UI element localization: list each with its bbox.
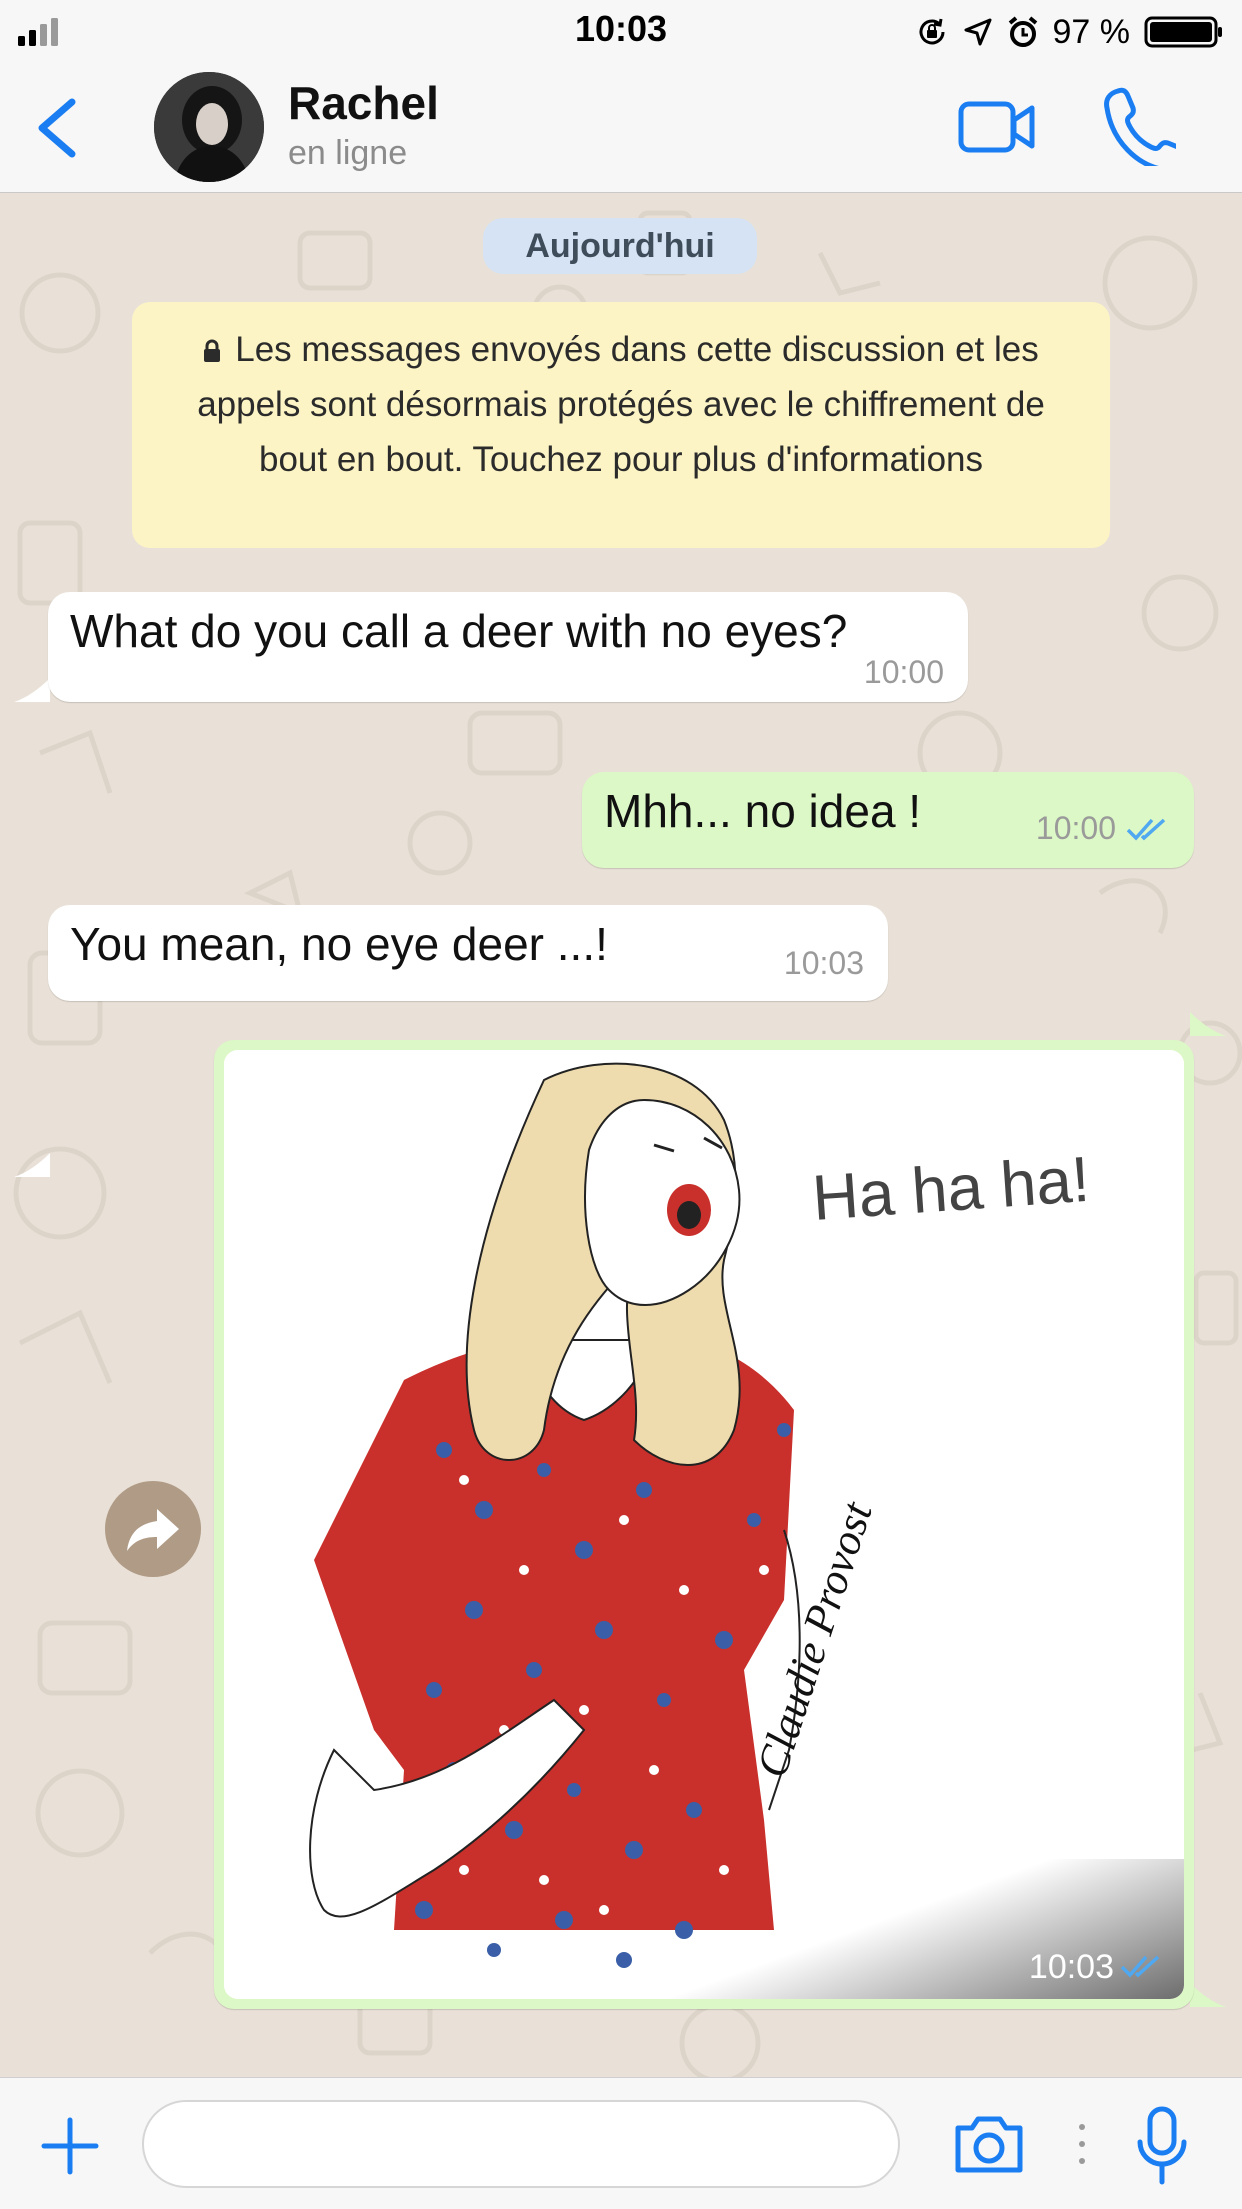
- laughing-woman-illustration: Ha ha ha! Claudie Provost: [224, 1050, 1184, 1999]
- avatar[interactable]: [154, 72, 264, 182]
- read-ticks-icon: [1120, 1955, 1160, 1978]
- message-bubble-incoming[interactable]: You mean, no eye deer ...! 10:03: [48, 905, 888, 1001]
- lock-icon: [204, 339, 221, 362]
- message-text: What do you call a deer with no eyes?: [70, 605, 848, 657]
- bubble-tail: [1190, 1012, 1226, 1036]
- bubble-tail: [14, 678, 50, 702]
- alarm-icon: [1008, 16, 1037, 47]
- status-icons: 97 %: [915, 10, 1225, 54]
- forward-button[interactable]: [105, 1481, 201, 1577]
- message-input-bar: [0, 2077, 1242, 2209]
- more-dots-icon: [1079, 2124, 1085, 2164]
- chat-area[interactable]: Aujourd'hui Les messages envoyés dans ce…: [0, 193, 1242, 2077]
- contact-name[interactable]: Rachel: [288, 76, 439, 130]
- phone-call-icon[interactable]: [1104, 86, 1176, 166]
- microphone-icon[interactable]: [1134, 2106, 1190, 2186]
- message-time: 10:00: [863, 654, 944, 690]
- encryption-notice[interactable]: Les messages envoyés dans cette discussi…: [132, 302, 1110, 548]
- bubble-tail: [14, 1153, 50, 1177]
- back-chevron-icon[interactable]: [32, 96, 82, 160]
- battery-percent: 97 %: [1052, 12, 1131, 51]
- image-attachment[interactable]: Ha ha ha! Claudie Provost 10:03: [224, 1050, 1184, 1999]
- message-input[interactable]: [142, 2100, 900, 2188]
- message-time: 10:03: [783, 945, 864, 981]
- message-time: 10:00: [1035, 810, 1116, 846]
- battery-icon: [1144, 16, 1222, 48]
- encryption-notice-text: Les messages envoyés dans cette discussi…: [197, 330, 1045, 479]
- read-ticks-icon: [1126, 818, 1166, 841]
- status-bar: 10:03 97 %: [0, 0, 1242, 62]
- message-text: You mean, no eye deer ...!: [70, 918, 608, 970]
- chat-header: Rachel en ligne: [0, 62, 1242, 193]
- camera-icon[interactable]: [952, 2114, 1026, 2174]
- video-call-icon[interactable]: [958, 98, 1036, 156]
- message-bubble-outgoing[interactable]: Mhh... no idea ! 10:00: [582, 772, 1194, 868]
- orientation-lock-icon: [919, 18, 944, 45]
- bubble-tail: [1190, 1983, 1226, 2007]
- image-message-bubble[interactable]: Ha ha ha! Claudie Provost 10:03: [214, 1040, 1194, 2009]
- message-text: Mhh... no idea !: [604, 785, 922, 837]
- date-separator: Aujourd'hui: [483, 218, 757, 274]
- message-time: 10:03: [1028, 1948, 1114, 1986]
- location-icon: [964, 18, 991, 46]
- contact-status: en ligne: [288, 134, 408, 172]
- plus-icon[interactable]: [40, 2116, 100, 2176]
- message-bubble-incoming[interactable]: What do you call a deer with no eyes? 10…: [48, 592, 968, 702]
- forward-arrow-icon: [127, 1509, 179, 1551]
